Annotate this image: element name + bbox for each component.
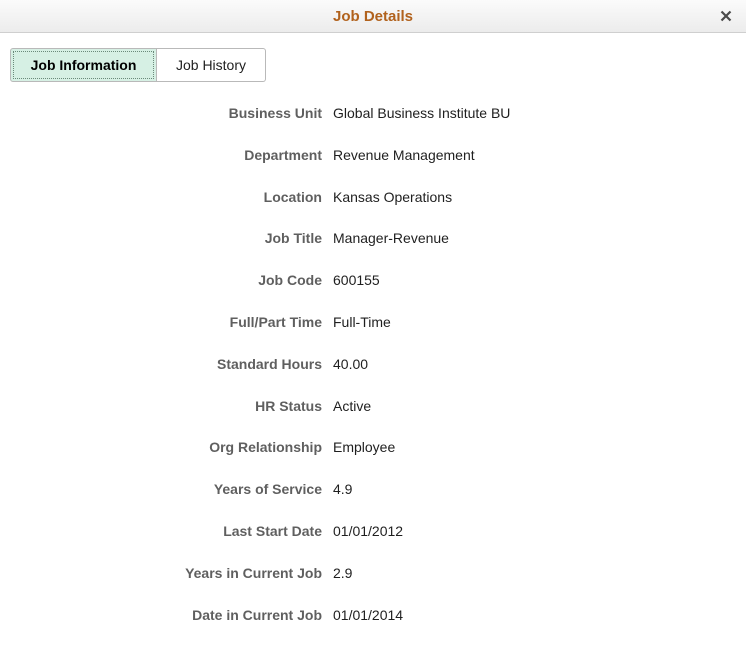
field-business-unit: Business Unit Global Business Institute … xyxy=(0,95,746,137)
job-fields: Business Unit Global Business Institute … xyxy=(0,95,746,638)
field-label: Full/Part Time xyxy=(229,313,322,330)
field-label: Job Title xyxy=(264,230,322,247)
field-location: Location Kansas Operations xyxy=(0,179,746,221)
field-value: Active xyxy=(333,397,372,414)
tab-job-history[interactable]: Job History xyxy=(157,48,266,82)
field-standard-hours: Standard Hours 40.00 xyxy=(0,346,746,388)
field-label: Business Unit xyxy=(228,105,322,121)
field-job-title: Job Title Manager-Revenue xyxy=(0,220,746,262)
dialog-title: Job Details xyxy=(332,8,414,25)
field-label: Years of Service xyxy=(213,481,322,498)
field-value: Employee xyxy=(333,439,396,456)
field-value: Revenue Management xyxy=(333,146,475,163)
field-value: 4.9 xyxy=(333,481,353,498)
field-years-of-service: Years of Service 4.9 xyxy=(0,471,746,513)
field-label: Location xyxy=(263,188,322,205)
field-value: Manager-Revenue xyxy=(333,230,449,247)
field-years-in-current-job: Years in Current Job 2.9 xyxy=(0,555,746,597)
field-label: Org Relationship xyxy=(209,439,322,456)
dialog-header: Job Details xyxy=(0,0,746,33)
field-last-start-date: Last Start Date 01/01/2012 xyxy=(0,513,746,555)
field-full-part-time: Full/Part Time Full-Time xyxy=(0,304,746,346)
field-label: Department xyxy=(244,146,322,163)
field-org-relationship: Org Relationship Employee xyxy=(0,429,746,471)
field-value: Full-Time xyxy=(333,313,391,330)
field-label: Years in Current Job xyxy=(185,564,322,581)
field-value: 01/01/2012 xyxy=(333,522,404,539)
close-icon[interactable] xyxy=(718,8,734,24)
field-value: Global Business Institute BU xyxy=(333,105,511,121)
field-label: Job Code xyxy=(258,272,322,289)
field-label: Standard Hours xyxy=(216,355,322,372)
tab-job-information[interactable]: Job Information xyxy=(10,48,157,82)
field-hr-status: HR Status Active xyxy=(0,388,746,430)
tab-bar: Job Information Job History xyxy=(10,48,266,82)
field-date-in-current-job: Date in Current Job 01/01/2014 xyxy=(0,597,746,639)
field-label: Last Start Date xyxy=(223,522,322,539)
field-value: 600155 xyxy=(333,272,380,289)
field-label: Date in Current Job xyxy=(192,606,322,623)
field-value: 40.00 xyxy=(333,355,369,372)
field-label: HR Status xyxy=(255,397,322,414)
field-value: 01/01/2014 xyxy=(333,606,404,623)
field-department: Department Revenue Management xyxy=(0,137,746,179)
field-value: Kansas Operations xyxy=(333,188,453,205)
job-details-dialog: Job Details Job Information Job History … xyxy=(0,0,746,653)
field-value: 2.9 xyxy=(333,564,353,581)
field-job-code: Job Code 600155 xyxy=(0,262,746,304)
